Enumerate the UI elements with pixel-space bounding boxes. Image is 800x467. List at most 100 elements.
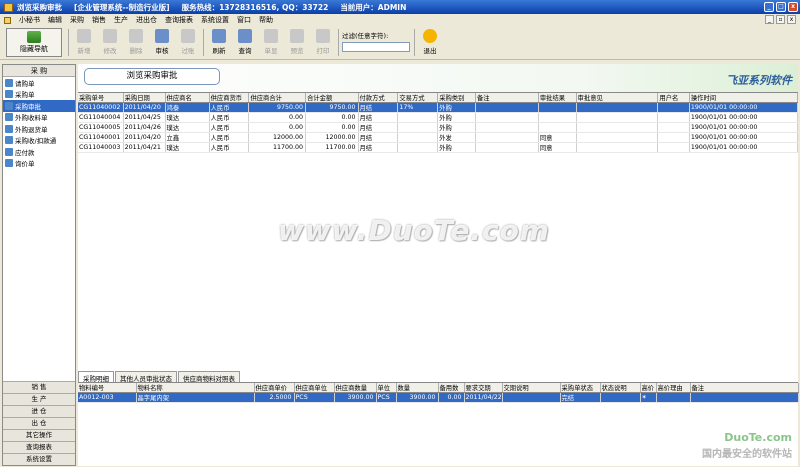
nav-item-inquiry[interactable]: 询价单	[3, 158, 75, 170]
nav-tab-stock-in[interactable]: 进 仓	[3, 405, 75, 417]
single-view-button[interactable]: 单显	[259, 28, 283, 57]
hide-nav-label: 隐藏导航	[20, 45, 48, 53]
col-header[interactable]: 合计金额	[305, 93, 359, 103]
cell: 月结	[358, 102, 399, 113]
col-header[interactable]: 采购类别	[437, 93, 476, 103]
cell	[475, 132, 539, 143]
tab-approval-status[interactable]: 其他人员审批状态	[115, 371, 177, 383]
nav-tab-sales[interactable]: 销 售	[3, 381, 75, 393]
cell: 人民币	[209, 102, 250, 113]
nav-item-receipt[interactable]: 外购收料单	[3, 112, 75, 124]
mdi-close-icon[interactable]: x	[787, 15, 796, 24]
tab-supplier-material[interactable]: 供应商物料对照表	[178, 371, 240, 383]
mdi-restore-icon[interactable]: ▫	[776, 15, 785, 24]
col-header[interactable]: 供应商合计	[248, 93, 307, 103]
menu-assistant[interactable]: 小秘书	[19, 15, 40, 25]
table-row[interactable]: CG11040001 2011/04/20 立鑫 人民币 12000.00 12…	[78, 132, 799, 143]
col-header[interactable]: 交期说明	[502, 383, 561, 393]
maximize-icon[interactable]: □	[776, 2, 786, 12]
col-header[interactable]: 要求交期	[464, 383, 503, 393]
menu-help[interactable]: 帮助	[259, 15, 273, 25]
tab-purchase-detail[interactable]: 采购明细	[78, 371, 114, 383]
menu-window[interactable]: 窗口	[237, 15, 251, 25]
mdi-minimize-icon[interactable]: _	[765, 15, 774, 24]
col-header[interactable]: 单位	[376, 383, 397, 393]
nav-tab-reports[interactable]: 查询报表	[3, 441, 75, 453]
table-row[interactable]: CG11040004 2011/04/25 璞达 人民币 0.00 0.00 月…	[78, 112, 799, 123]
nav-item-return[interactable]: 外购退货单	[3, 123, 75, 135]
col-header[interactable]: 状态说明	[600, 383, 641, 393]
cell	[502, 392, 561, 403]
menu-purchase[interactable]: 采购	[70, 15, 84, 25]
nav-tab-production[interactable]: 生 产	[3, 393, 75, 405]
window-subtitle: [企业管理系统--制造行业版]	[74, 2, 170, 12]
table-row[interactable]: A0012-003 晶字尾内架 2.5000 PCS 3900.00 PCS 3…	[78, 392, 799, 403]
col-header[interactable]: 物料名称	[136, 383, 255, 393]
exit-button[interactable]: 退出	[418, 28, 442, 57]
col-header[interactable]: 供应商单价	[254, 383, 295, 393]
col-header[interactable]: 交易方式	[397, 93, 439, 103]
nav-item-payable[interactable]: 应付款	[3, 146, 75, 158]
col-header[interactable]: 备注	[475, 93, 539, 103]
nav-section-header[interactable]: 采 购	[3, 65, 75, 77]
nav-item-purchase-order[interactable]: 采购单	[3, 89, 75, 101]
col-header[interactable]: 采购单号	[78, 93, 124, 103]
table-row[interactable]: CG11040002 2011/04/20 鸿泰 人民币 9750.00 975…	[78, 102, 799, 113]
col-header[interactable]: 高价理由	[656, 383, 691, 393]
col-header[interactable]: 供应商数量	[334, 383, 377, 393]
col-header[interactable]: 审批结果	[538, 93, 577, 103]
col-header[interactable]: 付款方式	[358, 93, 399, 103]
col-header[interactable]: 数量	[396, 383, 439, 393]
preview-icon	[290, 29, 304, 43]
nav-tab-settings[interactable]: 系统设置	[3, 453, 75, 465]
cell: 2011/04/22	[464, 392, 503, 403]
query-button[interactable]: 查询	[233, 28, 257, 57]
nav-item-requisition[interactable]: 请购单	[3, 77, 75, 89]
hotline-text: 服务热线：13728316516, QQ：33722	[181, 2, 329, 12]
cell: 璞达	[165, 142, 210, 153]
menu-warehouse[interactable]: 进出仓	[136, 15, 157, 25]
nav-item-purchase-approval[interactable]: 采购审批	[3, 100, 75, 112]
table-row[interactable]: CG11040005 2011/04/26 璞达 人民币 0.00 0.00 月…	[78, 122, 799, 133]
cell	[600, 392, 641, 403]
current-user: 当前用户：ADMIN	[340, 2, 407, 12]
delete-button[interactable]: 删除	[124, 28, 148, 57]
cell: 立鑫	[165, 132, 210, 143]
menu-production[interactable]: 生产	[114, 15, 128, 25]
col-header[interactable]: 采购日期	[123, 93, 166, 103]
col-header[interactable]: 用户名	[657, 93, 690, 103]
cell	[576, 142, 659, 153]
refresh-button[interactable]: 刷新	[207, 28, 231, 57]
nav-tab-other[interactable]: 其它操作	[3, 429, 75, 441]
col-header[interactable]: 操作时间	[689, 93, 799, 103]
col-header[interactable]: 备用数	[438, 383, 465, 393]
minimize-icon[interactable]: _	[764, 2, 774, 12]
menu-reports[interactable]: 查询报表	[165, 15, 193, 25]
filter-input[interactable]	[342, 42, 410, 52]
approve-button[interactable]: 审核	[150, 28, 174, 57]
menu-edit[interactable]: 编辑	[48, 15, 62, 25]
close-icon[interactable]: x	[788, 2, 798, 12]
col-header[interactable]: 审批意见	[576, 93, 659, 103]
hide-nav-button[interactable]: 隐藏导航	[6, 28, 62, 57]
add-button[interactable]: 新增	[72, 28, 96, 57]
nav-item-label: 采购单	[15, 91, 35, 100]
table-row[interactable]: CG11040003 2011/04/21 璞达 人民币 11700.00 11…	[78, 142, 799, 153]
col-header[interactable]: 供应商单位	[294, 383, 335, 393]
post-button[interactable]: 过账	[176, 28, 200, 57]
nav-item-deduction[interactable]: 采购收/扣款通	[3, 135, 75, 147]
menu-sales[interactable]: 销售	[92, 15, 106, 25]
edit-button[interactable]: 修改	[98, 28, 122, 57]
menu-settings[interactable]: 系统设置	[201, 15, 229, 25]
col-header[interactable]: 供应商名	[165, 93, 210, 103]
preview-button[interactable]: 预览	[285, 28, 309, 57]
cell	[475, 122, 539, 133]
col-header[interactable]: 采购单状态	[560, 383, 601, 393]
cell: 0.00	[248, 112, 307, 123]
col-header[interactable]: 物料编号	[78, 383, 137, 393]
col-header[interactable]: 备注	[690, 383, 799, 393]
col-header[interactable]: 高价	[640, 383, 657, 393]
col-header[interactable]: 供应商货币	[209, 93, 250, 103]
nav-tab-stock-out[interactable]: 出 仓	[3, 417, 75, 429]
print-button[interactable]: 打印	[311, 28, 335, 57]
